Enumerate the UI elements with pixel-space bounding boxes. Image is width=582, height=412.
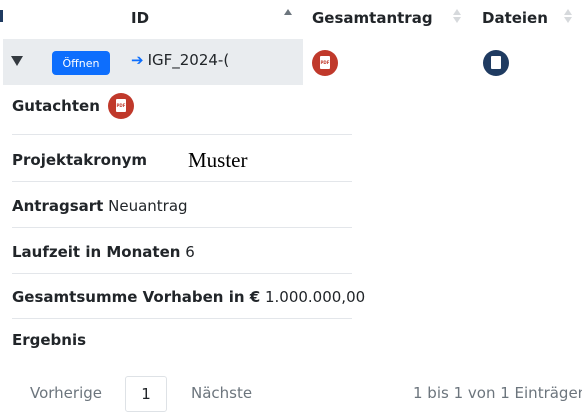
table-row: Öffnen ➔ IGF_2024-( PDF bbox=[0, 39, 582, 85]
gesamtsumme-row: Gesamtsumme Vorhaben in € 1.000.000,00 bbox=[12, 288, 365, 306]
next-page-link[interactable]: Nächste bbox=[191, 384, 252, 402]
sort-both-icon[interactable] bbox=[564, 9, 572, 25]
ergebnis-row: Ergebnis bbox=[12, 331, 86, 349]
antragsart-row: Antragsart Neuantrag bbox=[12, 197, 188, 215]
gutachten-pdf-icon[interactable]: PDF bbox=[108, 93, 134, 119]
gutachten-label: Gutachten bbox=[12, 97, 100, 115]
id-link[interactable]: ➔ IGF_2024-( bbox=[131, 51, 229, 69]
divider bbox=[12, 318, 352, 319]
gutachten-row: Gutachten bbox=[12, 97, 100, 115]
antragsart-value: Neuantrag bbox=[108, 197, 188, 215]
table-header: ID Gesamtantrag Dateien bbox=[0, 0, 582, 34]
id-value: IGF_2024-( bbox=[147, 51, 230, 69]
gesamtsumme-value: 1.000.000,00 bbox=[264, 288, 366, 306]
collapse-caret-icon[interactable] bbox=[11, 56, 23, 66]
divider bbox=[12, 227, 352, 228]
pagination-info: 1 bis 1 von 1 Einträgen bbox=[413, 384, 582, 402]
gesamtsumme-label: Gesamtsumme Vorhaben in € bbox=[12, 288, 261, 306]
left-edge-marker bbox=[0, 10, 3, 22]
divider bbox=[12, 181, 352, 182]
gesamtantrag-pdf-icon[interactable]: PDF bbox=[312, 50, 338, 76]
sort-both-icon[interactable] bbox=[453, 9, 461, 25]
divider bbox=[12, 273, 352, 274]
pagination: Vorherige 1 Nächste 1 bis 1 von 1 Einträ… bbox=[0, 376, 582, 412]
projektakronym-row: Projektakronym bbox=[12, 151, 147, 169]
projektakronym-label: Projektakronym bbox=[12, 151, 148, 169]
ergebnis-label: Ergebnis bbox=[12, 331, 87, 349]
laufzeit-value: 6 bbox=[185, 243, 195, 261]
previous-page-link[interactable]: Vorherige bbox=[30, 384, 102, 402]
sign-in-arrow-icon: ➔ bbox=[131, 51, 144, 69]
column-header-gesamtantrag[interactable]: Gesamtantrag bbox=[312, 9, 433, 27]
column-header-id[interactable]: ID bbox=[131, 9, 149, 27]
laufzeit-row: Laufzeit in Monaten 6 bbox=[12, 243, 195, 261]
page-1-button[interactable]: 1 bbox=[125, 376, 167, 412]
column-header-dateien[interactable]: Dateien bbox=[482, 9, 548, 27]
open-button[interactable]: Öffnen bbox=[52, 51, 110, 75]
sort-ascending-icon[interactable] bbox=[284, 9, 292, 25]
laufzeit-label: Laufzeit in Monaten bbox=[12, 243, 181, 261]
divider bbox=[12, 134, 352, 135]
antragsart-label: Antragsart bbox=[12, 197, 104, 215]
dateien-file-icon[interactable] bbox=[483, 50, 509, 76]
projektakronym-value: Muster bbox=[188, 148, 248, 172]
